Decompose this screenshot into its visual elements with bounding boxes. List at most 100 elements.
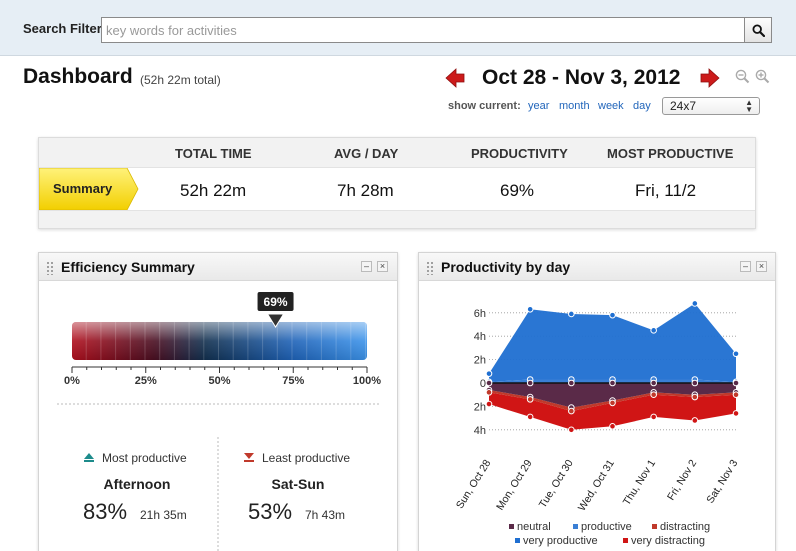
legend-label: very productive	[523, 535, 598, 547]
show-current-label: show current:	[448, 100, 521, 112]
minimize-icon[interactable]: –	[361, 261, 372, 272]
least-productive-period: Sat-Sun	[272, 476, 325, 492]
data-point	[609, 379, 616, 387]
scale-label-75: 75%	[282, 375, 304, 387]
efficiency-widget-header[interactable]: Efficiency Summary – ×	[39, 253, 397, 281]
show-day-link[interactable]: day	[633, 100, 651, 112]
y-tick-label: 4h	[474, 331, 486, 343]
efficiency-summary-widget: Efficiency Summary – × 0% 25% 50% 75% 10…	[38, 252, 398, 551]
select-arrows-icon: ▲ ▼	[745, 98, 753, 114]
summary-header-total-time: TOTAL TIME	[175, 146, 252, 161]
x-tick-label: Sat, Nov 3	[704, 457, 740, 505]
data-point	[732, 350, 740, 358]
summary-header-avg-day: AVG / DAY	[334, 146, 399, 161]
x-tick-label: Mon, Oct 29	[494, 457, 535, 512]
x-tick-label: Sun, Oct 28	[454, 457, 494, 511]
legend-item: distracting	[652, 521, 710, 533]
legend-item: very distracting	[623, 535, 705, 547]
data-point	[650, 327, 657, 334]
efficiency-marker: 69%	[257, 292, 294, 328]
y-tick-label: 2h	[474, 401, 486, 413]
productivity-widget-title: Productivity by day	[441, 259, 571, 275]
data-point	[609, 422, 616, 430]
zoom-out-icon[interactable]	[735, 69, 750, 84]
data-point	[732, 410, 740, 417]
legend-item: very productive	[515, 535, 598, 547]
most-productive-time: 21h 35m	[140, 508, 187, 522]
summary-productivity-value: 69%	[500, 181, 535, 200]
data-point	[609, 311, 616, 319]
legend-item: productive	[573, 521, 632, 533]
most-productive-up-icon	[84, 453, 94, 459]
legend-swatch	[515, 538, 520, 543]
least-productive-label: Least productive	[262, 451, 350, 465]
drag-handle-icon[interactable]	[426, 261, 434, 275]
least-productive-percent: 53%	[248, 499, 292, 524]
zoom-in-icon[interactable]	[755, 69, 770, 84]
legend-swatch	[509, 524, 514, 529]
prev-week-arrow-icon[interactable]	[444, 67, 466, 89]
summary-header-productivity: PRODUCTIVITY	[471, 146, 568, 161]
summary-total-time-value: 52h 22m	[180, 181, 247, 200]
data-point	[526, 396, 534, 403]
data-point	[650, 413, 657, 421]
data-point	[691, 300, 699, 307]
show-month-link[interactable]: month	[559, 100, 590, 112]
close-icon[interactable]: ×	[377, 261, 388, 272]
data-point	[526, 379, 534, 387]
x-tick-label: Fri, Nov 2	[665, 457, 699, 502]
legend-swatch	[652, 524, 657, 529]
show-year-link[interactable]: year	[528, 100, 549, 112]
page-title: Dashboard	[23, 65, 133, 88]
search-button[interactable]	[744, 17, 772, 43]
y-tick-label: 2h	[474, 355, 486, 367]
efficiency-widget-title: Efficiency Summary	[61, 259, 195, 275]
legend-label: very distracting	[631, 535, 705, 547]
legend-swatch	[623, 538, 628, 543]
data-point	[609, 399, 616, 407]
data-point	[732, 379, 740, 387]
data-point	[568, 407, 575, 415]
data-point	[485, 400, 493, 408]
y-tick-label: 4h	[474, 425, 486, 437]
productivity-widget-header[interactable]: Productivity by day – ×	[419, 253, 775, 281]
legend-label: neutral	[517, 521, 551, 533]
scale-label-50: 50%	[208, 375, 230, 387]
data-point	[485, 370, 493, 377]
summary-panel: TOTAL TIME AVG / DAY PRODUCTIVITY MOST P…	[38, 137, 756, 229]
minimize-icon[interactable]: –	[740, 261, 751, 272]
date-range: Oct 28 - Nov 3, 2012	[482, 66, 681, 89]
summary-row-label: Summary	[53, 181, 113, 196]
search-input[interactable]	[101, 17, 745, 43]
data-point	[526, 305, 534, 313]
legend-swatch	[573, 524, 578, 529]
data-point	[485, 379, 493, 387]
total-time-label: (52h 22m total)	[140, 73, 221, 87]
x-tick-label: Thu, Nov 1	[621, 457, 658, 507]
scale-label-100: 100%	[353, 375, 381, 387]
data-point	[650, 379, 657, 387]
data-point	[691, 417, 699, 424]
scale-label-25: 25%	[135, 375, 157, 387]
data-point	[485, 389, 493, 396]
data-point	[526, 413, 534, 421]
data-point	[568, 426, 575, 434]
least-productive-down-icon	[244, 453, 254, 459]
most-productive-period: Afternoon	[104, 476, 171, 492]
summary-row: Summary 52h 22m 7h 28m 69% Fri, 11/2	[39, 167, 755, 211]
x-tick-label: Wed, Oct 31	[576, 457, 617, 513]
next-week-arrow-icon[interactable]	[699, 67, 721, 89]
show-week-link[interactable]: week	[598, 100, 624, 112]
search-filter-label: Search Filter	[23, 21, 102, 36]
most-productive-label: Most productive	[102, 451, 187, 465]
legend-label: distracting	[660, 521, 711, 533]
close-icon[interactable]: ×	[756, 261, 767, 272]
drag-handle-icon[interactable]	[46, 261, 54, 275]
summary-most-productive-value: Fri, 11/2	[635, 181, 697, 200]
y-tick-label: 0	[480, 378, 486, 390]
time-range-select[interactable]: 24x7 ▲ ▼	[662, 97, 760, 115]
data-point	[568, 379, 575, 387]
summary-header-most-productive: MOST PRODUCTIVE	[607, 146, 734, 161]
y-tick-label: 6h	[474, 308, 486, 320]
search-icon	[751, 23, 765, 37]
